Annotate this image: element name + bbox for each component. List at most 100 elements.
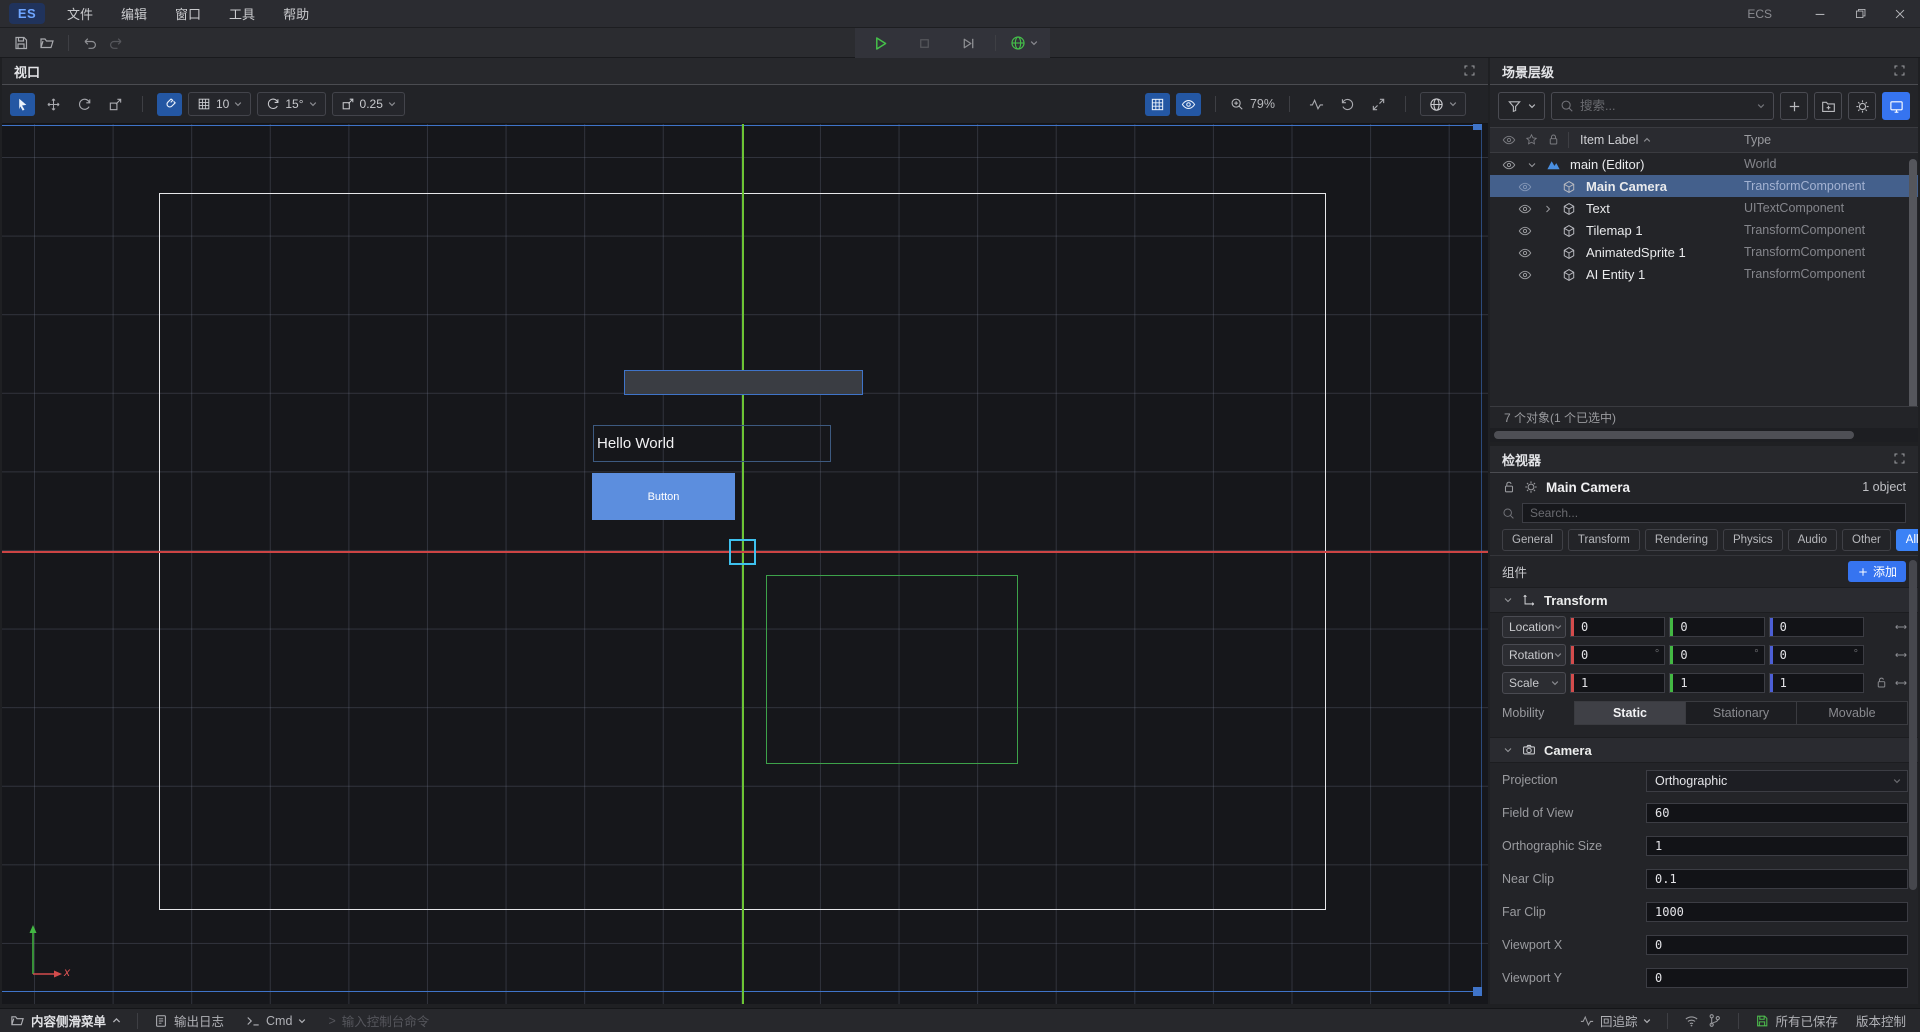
- inspector-search-box[interactable]: [1522, 503, 1906, 523]
- eye-icon[interactable]: [1518, 244, 1536, 260]
- play-mode-dropdown[interactable]: [1010, 31, 1038, 55]
- hierarchy-maximize-icon[interactable]: [1893, 62, 1906, 80]
- lock-column-icon[interactable]: [1547, 133, 1560, 146]
- console-command-input[interactable]: > 输入控制台命令: [328, 1011, 429, 1030]
- scrollbar-thumb[interactable]: [1494, 431, 1854, 439]
- trace-dropdown[interactable]: 回追踪: [1580, 1011, 1652, 1030]
- gizmo-visibility-button[interactable]: [1176, 93, 1201, 116]
- text-object[interactable]: Hello World: [593, 425, 831, 462]
- tab-rendering[interactable]: Rendering: [1645, 529, 1718, 551]
- field-of-view-field[interactable]: [1646, 803, 1908, 823]
- chevron-right-icon[interactable]: [1542, 201, 1558, 216]
- grid-visibility-button[interactable]: [1145, 93, 1170, 116]
- inspector-vertical-scrollbar[interactable]: [1909, 560, 1917, 890]
- eye-icon[interactable]: [1502, 156, 1520, 172]
- snap-toggle-button[interactable]: [157, 93, 182, 116]
- viewport-y-field[interactable]: [1646, 968, 1908, 988]
- tab-other[interactable]: Other: [1842, 529, 1891, 551]
- selection-handle-top-right[interactable]: [1473, 124, 1482, 130]
- zoom-control[interactable]: 79%: [1230, 97, 1275, 111]
- orthographic-size-field[interactable]: [1646, 836, 1908, 856]
- inspector-maximize-icon[interactable]: [1893, 450, 1906, 468]
- hierarchy-search-box[interactable]: [1551, 92, 1774, 120]
- stats-button[interactable]: [1304, 93, 1329, 116]
- hierarchy-row-tilemap[interactable]: Tilemap 1 TransformComponent: [1490, 219, 1918, 241]
- link-values-icon[interactable]: [1894, 620, 1908, 634]
- move-tool-button[interactable]: [41, 93, 66, 116]
- location-y-field[interactable]: [1669, 617, 1764, 637]
- entity-bounds-rect[interactable]: [766, 575, 1018, 764]
- open-project-button[interactable]: [34, 31, 60, 55]
- scene-canvas[interactable]: Hello World Button x: [2, 124, 1488, 1004]
- stop-button[interactable]: [911, 31, 937, 55]
- search-options-caret-icon[interactable]: [1757, 102, 1765, 110]
- location-x-field[interactable]: [1570, 617, 1665, 637]
- button-object[interactable]: Button: [592, 473, 735, 520]
- step-button[interactable]: [955, 31, 981, 55]
- add-component-button[interactable]: 添加: [1848, 561, 1906, 582]
- output-log-button[interactable]: 输出日志: [154, 1011, 224, 1030]
- eye-icon[interactable]: [1518, 200, 1536, 216]
- selected-camera-gizmo[interactable]: [729, 539, 756, 565]
- save-status[interactable]: 所有已保存: [1755, 1011, 1838, 1030]
- reset-view-button[interactable]: [1335, 93, 1360, 116]
- eye-icon[interactable]: [1518, 266, 1536, 282]
- view-toggle-button[interactable]: [1882, 92, 1910, 120]
- undo-button[interactable]: [77, 31, 103, 55]
- close-button[interactable]: [1880, 0, 1920, 28]
- location-z-field[interactable]: [1769, 617, 1864, 637]
- inspector-search-input[interactable]: [1530, 506, 1898, 520]
- maximize-button[interactable]: [1840, 0, 1880, 28]
- near-clip-field[interactable]: [1646, 869, 1908, 889]
- filter-button[interactable]: [1498, 92, 1545, 120]
- grid-snap-dropdown[interactable]: 10: [188, 92, 251, 116]
- network-status-icon[interactable]: [1684, 1013, 1699, 1028]
- projection-select[interactable]: Orthographic: [1646, 770, 1908, 790]
- cmd-dropdown[interactable]: Cmd: [246, 1014, 306, 1028]
- scale-snap-dropdown[interactable]: 0.25: [332, 92, 405, 116]
- scale-x-field[interactable]: [1570, 673, 1665, 693]
- visibility-column-icon[interactable]: [1502, 133, 1516, 147]
- tab-all[interactable]: All: [1896, 529, 1918, 551]
- transform-section-header[interactable]: Transform: [1490, 587, 1918, 613]
- scale-z-field[interactable]: [1769, 673, 1864, 693]
- viewport-maximize-icon[interactable]: [1463, 62, 1476, 80]
- content-drawer-button[interactable]: 内容侧滑菜单: [10, 1011, 121, 1030]
- mobility-stationary-button[interactable]: Stationary: [1686, 702, 1797, 724]
- link-values-icon[interactable]: [1894, 676, 1908, 690]
- hierarchy-row-ai-entity[interactable]: AI Entity 1 TransformComponent: [1490, 263, 1918, 285]
- camera-section-header[interactable]: Camera: [1490, 737, 1918, 763]
- select-tool-button[interactable]: [10, 93, 35, 116]
- rotation-dropdown[interactable]: Rotation: [1502, 644, 1566, 666]
- play-button[interactable]: [867, 31, 893, 55]
- rotation-snap-dropdown[interactable]: 15°: [257, 92, 325, 116]
- tab-physics[interactable]: Physics: [1723, 529, 1783, 551]
- tab-transform[interactable]: Transform: [1568, 529, 1640, 551]
- menu-tools[interactable]: 工具: [215, 0, 269, 27]
- unlock-icon[interactable]: [1502, 478, 1516, 496]
- column-item-label[interactable]: Item Label: [1580, 133, 1651, 147]
- object-settings-gear-icon[interactable]: [1524, 478, 1538, 496]
- version-control-button[interactable]: 版本控制: [1856, 1011, 1906, 1030]
- rotation-y-field[interactable]: °: [1669, 645, 1764, 665]
- redo-button[interactable]: [103, 31, 129, 55]
- mobility-static-button[interactable]: Static: [1575, 702, 1686, 724]
- view-mode-dropdown[interactable]: [1420, 92, 1466, 116]
- scale-y-field[interactable]: [1669, 673, 1764, 693]
- menu-edit[interactable]: 编辑: [107, 0, 161, 27]
- column-type[interactable]: Type: [1744, 133, 1771, 147]
- eye-icon[interactable]: [1518, 178, 1536, 194]
- link-values-icon[interactable]: [1894, 648, 1908, 662]
- viewport-x-field[interactable]: [1646, 935, 1908, 955]
- location-dropdown[interactable]: Location: [1502, 616, 1566, 638]
- menu-window[interactable]: 窗口: [161, 0, 215, 27]
- tab-audio[interactable]: Audio: [1788, 529, 1837, 551]
- favorite-column-icon[interactable]: [1525, 133, 1538, 146]
- selection-handle-bottom-right[interactable]: [1473, 987, 1482, 996]
- hierarchy-row-world[interactable]: main (Editor) World: [1490, 153, 1918, 175]
- hierarchy-horizontal-scrollbar[interactable]: [1490, 428, 1918, 442]
- tab-general[interactable]: General: [1502, 529, 1563, 551]
- hierarchy-vertical-scrollbar[interactable]: [1909, 159, 1917, 406]
- menu-help[interactable]: 帮助: [269, 0, 323, 27]
- hierarchy-row-main-camera[interactable]: Main Camera TransformComponent: [1490, 175, 1918, 197]
